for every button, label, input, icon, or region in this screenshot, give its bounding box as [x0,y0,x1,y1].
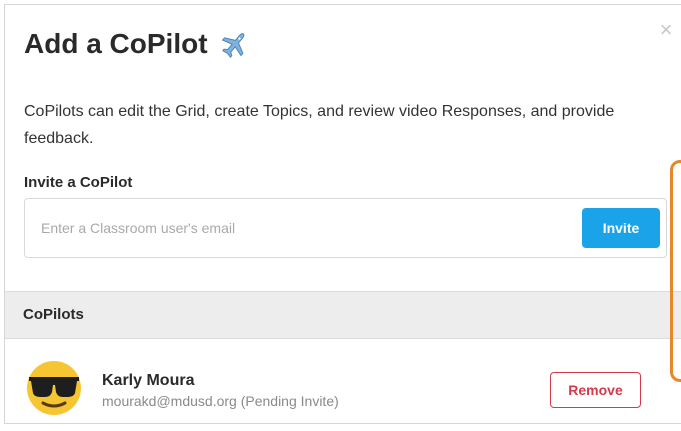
modal-title: Add a CoPilot [24,28,250,60]
invite-button[interactable]: Invite [582,208,660,248]
screen: × Add a CoPilot CoPilots can edit the Gr… [0,0,681,431]
invite-label: Invite a CoPilot [24,174,133,191]
email-input[interactable] [25,199,565,257]
copilot-list-item: Karly Moura mourakd@mdusd.org (Pending I… [5,339,681,423]
highlight-frame [670,160,681,382]
add-copilot-modal: × Add a CoPilot CoPilots can edit the Gr… [4,4,681,424]
copilots-section-header: CoPilots [5,291,681,339]
copilot-email-status: mourakd@mdusd.org (Pending Invite) [102,393,339,409]
remove-copilot-button[interactable]: Remove [550,372,641,408]
modal-description: CoPilots can edit the Grid, create Topic… [24,103,615,147]
airplane-icon [220,29,250,59]
invite-field-group: Invite [24,198,667,258]
close-icon[interactable]: × [655,19,677,41]
copilots-section-title: CoPilots [23,306,84,323]
copilot-name: Karly Moura [102,372,195,389]
modal-title-text: Add a CoPilot [24,28,208,59]
sunglasses-emoji-icon [25,359,83,417]
